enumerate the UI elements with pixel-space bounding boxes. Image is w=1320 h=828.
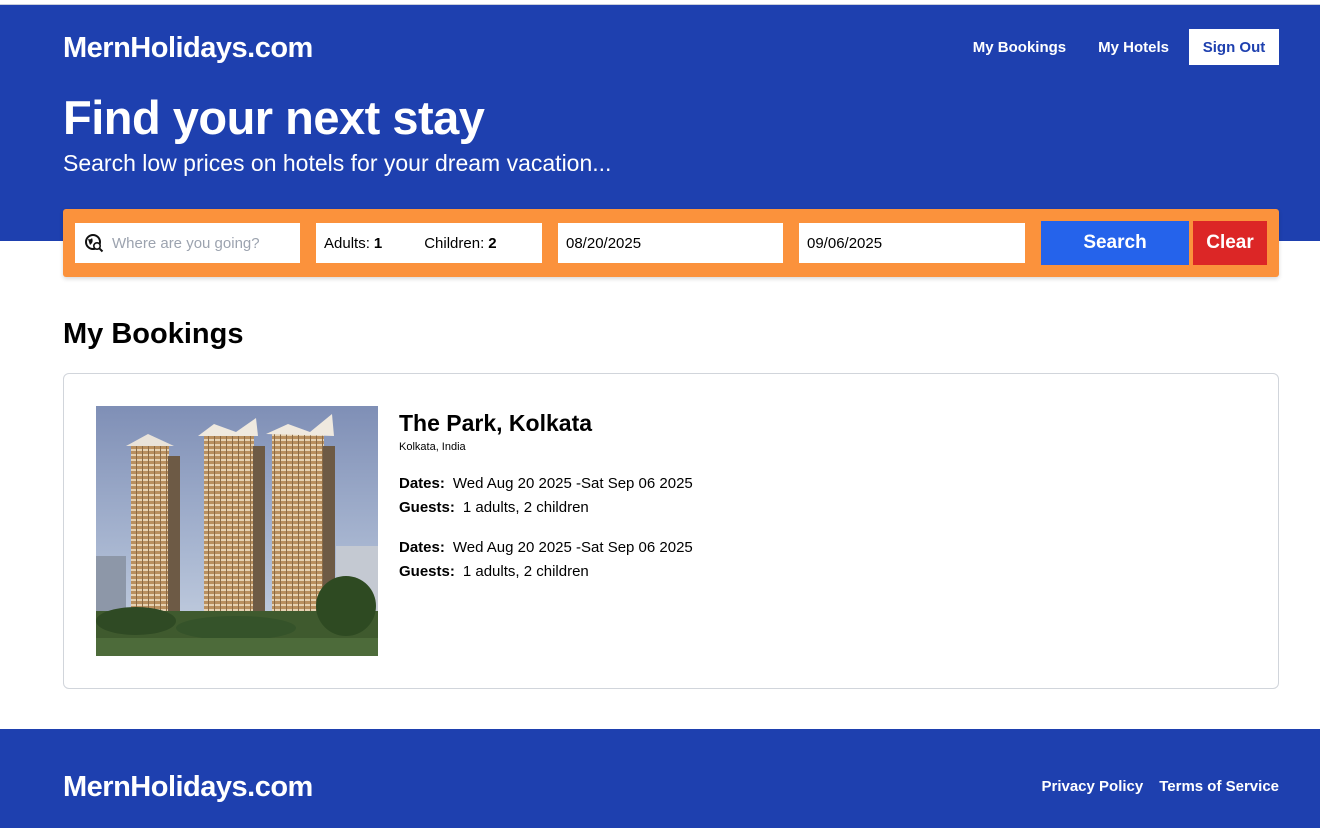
clear-button[interactable]: Clear [1193,221,1267,265]
hero-title: Find your next stay [63,91,485,144]
guests-label: Guests: [399,562,455,580]
hotel-image [96,406,378,656]
search-bar: Where are you going? Adults: 1 Children:… [63,209,1279,277]
footer-logo[interactable]: MernHolidays.com [63,771,313,804]
booking-entry: Dates: Wed Aug 20 2025 -Sat Sep 06 2025 … [399,535,693,583]
main-nav: My Bookings My Hotels Sign Out [941,29,1279,65]
adults-input[interactable]: Adults: 1 [324,235,382,252]
header: MernHolidays.com My Bookings My Hotels S… [0,5,1320,241]
hotel-location: Kolkata, India [399,441,466,453]
booking-dates: Wed Aug 20 2025 -Sat Sep 06 2025 [452,538,693,556]
globe-search-icon [84,233,104,253]
page-title: My Bookings [63,318,244,350]
children-input[interactable]: Children: 2 [424,235,496,252]
dates-label: Dates: [399,538,445,556]
booking-entry: Dates: Wed Aug 20 2025 -Sat Sep 06 2025 … [399,471,693,519]
privacy-policy-link[interactable]: Privacy Policy [1041,778,1143,795]
terms-of-service-link[interactable]: Terms of Service [1159,778,1279,795]
dates-label: Dates: [399,474,445,492]
check-in-date-input[interactable]: 08/20/2025 [558,223,783,263]
footer-links: Privacy Policy Terms of Service [1025,778,1279,795]
children-label: Children: [424,234,485,252]
booking-dates: Wed Aug 20 2025 -Sat Sep 06 2025 [452,474,693,492]
children-value: 2 [488,234,497,252]
sign-out-button[interactable]: Sign Out [1189,29,1279,65]
booking-guests: 1 adults, 2 children [462,498,589,516]
adults-label: Adults: [324,234,370,252]
hotel-name: The Park, Kolkata [399,410,593,436]
nav-my-hotels[interactable]: My Hotels [1098,39,1169,56]
search-button[interactable]: Search [1041,221,1189,265]
guests-field[interactable]: Adults: 1 Children: 2 [316,223,542,263]
footer: MernHolidays.com Privacy Policy Terms of… [0,729,1320,828]
site-logo[interactable]: MernHolidays.com [63,32,313,65]
destination-input[interactable]: Where are you going? [75,223,300,263]
booking-guests: 1 adults, 2 children [462,562,589,580]
booking-card: The Park, Kolkata Kolkata, India Dates: … [63,373,1279,689]
adults-value: 1 [373,234,383,252]
check-out-date-input[interactable]: 09/06/2025 [799,223,1025,263]
nav-my-bookings[interactable]: My Bookings [973,39,1066,56]
destination-placeholder: Where are you going? [112,234,260,252]
hero-subtitle: Search low prices on hotels for your dre… [63,150,612,176]
guests-label: Guests: [399,498,455,516]
